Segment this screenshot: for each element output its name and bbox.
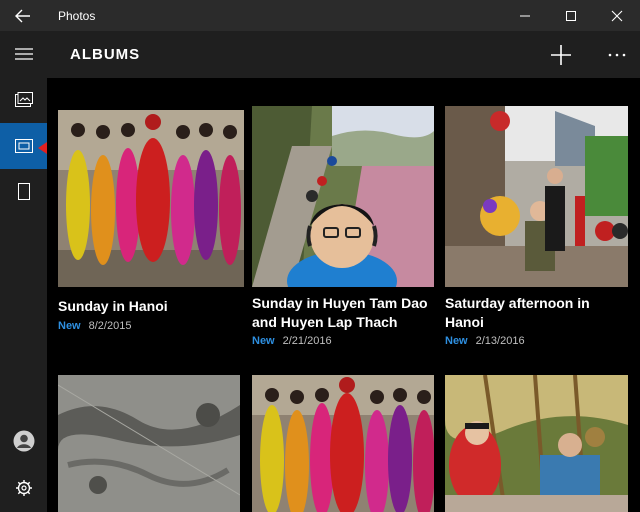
account-icon (13, 430, 34, 452)
window-title: Photos (58, 8, 96, 23)
folders-icon (17, 183, 30, 200)
more-dots-icon (608, 53, 626, 57)
hamburger-menu-button[interactable] (0, 31, 47, 77)
album-thumbnail[interactable] (445, 106, 628, 287)
plus-icon (551, 45, 571, 65)
minimize-button[interactable] (502, 0, 548, 31)
albums-icon (14, 139, 33, 153)
album-card[interactable] (252, 375, 434, 512)
album-cover-image (445, 375, 628, 512)
album-card[interactable] (445, 375, 628, 512)
new-badge: New (445, 335, 468, 347)
album-meta: New 8/2/2015 (58, 320, 131, 332)
sidebar-item-settings[interactable] (0, 465, 47, 511)
maximize-button[interactable] (548, 0, 594, 31)
collection-icon (14, 92, 33, 107)
close-button[interactable] (594, 0, 640, 31)
minimize-icon (520, 15, 530, 16)
page-header: ALBUMS (47, 31, 640, 78)
back-button[interactable] (0, 0, 46, 31)
album-meta: New 2/13/2016 (445, 335, 525, 347)
album-title: Sunday in Huyen Tam Dao and Huyen Lap Th… (252, 295, 428, 330)
album-thumbnail[interactable] (445, 375, 628, 512)
page-title: ALBUMS (70, 46, 141, 63)
album-cover-image (58, 110, 244, 287)
album-date: 8/2/2015 (88, 320, 132, 332)
album-card[interactable]: Sunday in Huyen Tam Dao and Huyen Lap Th… (252, 106, 435, 356)
close-icon (611, 10, 623, 21)
album-date: 2/13/2016 (475, 335, 525, 347)
album-date: 2/21/2016 (282, 335, 332, 347)
album-cover-image (58, 375, 240, 512)
album-title: Sunday in Hanoi (58, 298, 168, 314)
album-thumbnail[interactable] (58, 375, 240, 512)
album-cover-image (445, 106, 628, 287)
album-cover-image (252, 106, 434, 287)
sidebar-item-account[interactable] (0, 418, 47, 464)
album-title: Saturday afternoon in Hanoi (445, 295, 590, 330)
hamburger-menu-icon (14, 48, 33, 60)
album-thumbnail[interactable] (58, 110, 244, 287)
more-options-button[interactable] (603, 41, 631, 69)
gear-icon (15, 480, 32, 496)
albums-grid: Sunday in Hanoi New 8/2/2015 Sunday in H… (47, 78, 640, 512)
album-meta: New 2/21/2016 (252, 335, 332, 347)
new-badge: New (252, 335, 275, 347)
album-card[interactable]: Sunday in Hanoi New 8/2/2015 (58, 110, 244, 340)
maximize-icon (566, 10, 576, 21)
nav-sidebar (0, 31, 47, 512)
sidebar-item-folders[interactable] (0, 169, 47, 215)
album-card[interactable]: Saturday afternoon in Hanoi New 2/13/201… (445, 106, 629, 356)
album-thumbnail[interactable] (252, 375, 434, 512)
album-card[interactable] (58, 375, 240, 512)
title-bar: Photos (0, 0, 640, 31)
album-thumbnail[interactable] (252, 106, 434, 287)
add-album-button[interactable] (547, 41, 575, 69)
new-badge: New (58, 320, 81, 332)
sidebar-item-collection[interactable] (0, 77, 47, 123)
back-arrow-icon (15, 9, 30, 22)
album-cover-image (252, 375, 434, 512)
